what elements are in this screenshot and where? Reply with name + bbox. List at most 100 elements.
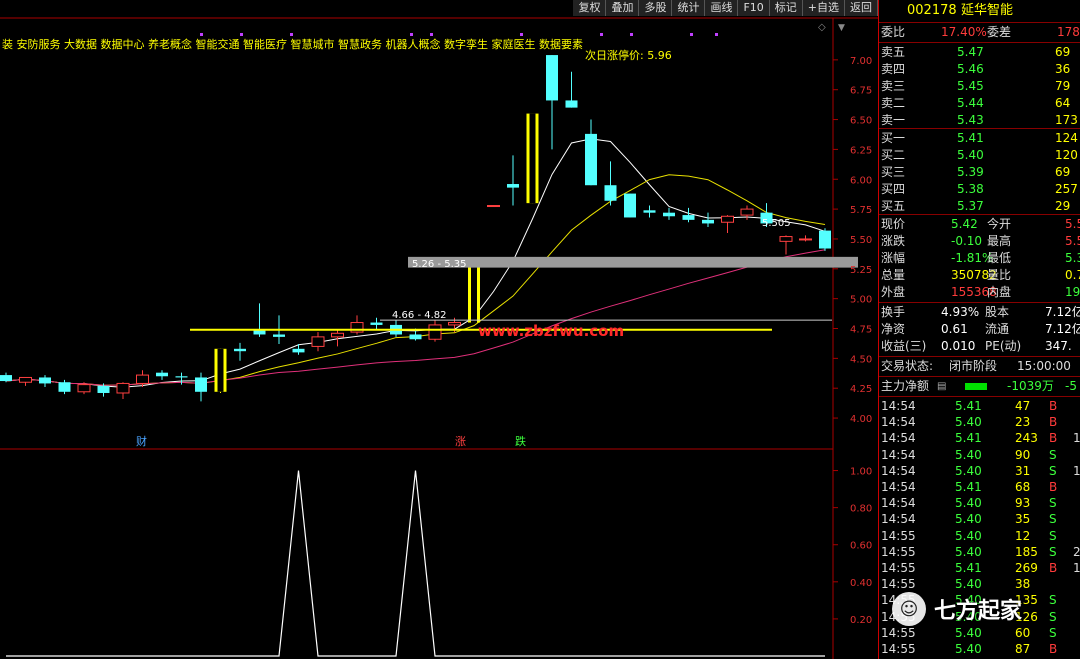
stat-value: 19541	[1065, 285, 1080, 299]
candle[interactable]	[604, 161, 617, 206]
y-tick-label: 5.25	[850, 265, 872, 276]
candle[interactable]	[311, 332, 325, 352]
ask-volume: 173	[1055, 113, 1078, 127]
candle[interactable]	[624, 193, 636, 218]
stat-row: 总量350782量比0.7	[879, 267, 1080, 284]
candle[interactable]	[156, 370, 168, 380]
kline-chart-area[interactable]: 7.00 6.75 6.50 6.25 6.00 5.75 5.50 5.25 5.00 4.75…	[0, 0, 878, 659]
tick-volume: 243	[1015, 431, 1038, 446]
stat-label: 现价	[881, 217, 906, 231]
candle[interactable]	[428, 320, 442, 342]
tick-volume: 68	[1015, 480, 1031, 494]
tick-price: 5.41	[955, 561, 982, 575]
diamond-icon[interactable]: ◇	[818, 22, 826, 33]
weibi-value: 17.40%	[941, 25, 987, 39]
candle-body	[273, 334, 285, 337]
back-button[interactable]: 返回	[845, 0, 878, 16]
concept-tags: 装 安防服务 大数据 数据中心 养老概念 智能交通 智能医疗 智慧城市 智慧政务…	[2, 37, 583, 51]
kline-chart[interactable]: 7.00 6.75 6.50 6.25 6.00 5.75 5.50 5.25 5.00 4.75…	[0, 0, 878, 659]
bid-label: 买四	[881, 182, 906, 196]
candle[interactable]	[19, 376, 32, 386]
multi-stock-button[interactable]: 多股	[639, 0, 673, 16]
mark-button[interactable]: 标记	[769, 0, 803, 16]
candle-body	[779, 236, 793, 242]
stat-row: 净资 0.61 流通 7.12亿	[879, 321, 1080, 338]
candle[interactable]	[779, 235, 793, 255]
stat-label: 内盘	[987, 285, 1012, 299]
candle[interactable]	[643, 205, 656, 218]
candle[interactable]	[214, 348, 227, 393]
indicator-line	[6, 470, 825, 657]
quote-panel: 002178 延华智能 委比 17.40% 委差 178 卖五 5.47 69 卖四 5…	[878, 0, 1080, 659]
list-icon[interactable]: ▤	[937, 378, 946, 395]
tick-side: B	[1049, 399, 1058, 413]
tick-extra: 1	[1073, 463, 1080, 478]
candle[interactable]	[195, 372, 207, 402]
draw-line-button[interactable]: 画线	[705, 0, 739, 16]
overlay-button[interactable]: 叠加	[606, 0, 640, 16]
candle-body	[643, 210, 656, 213]
candle[interactable]	[39, 375, 51, 388]
candle[interactable]	[507, 155, 519, 206]
candle[interactable]	[390, 320, 402, 337]
ask-label: 卖三	[881, 79, 906, 93]
candle[interactable]	[702, 212, 714, 228]
candle[interactable]	[487, 205, 500, 208]
ask-row: 卖一 5.43 173	[879, 112, 1080, 129]
weicha-value: 178	[1057, 25, 1080, 39]
candle-body	[740, 208, 754, 216]
candle[interactable]	[0, 372, 12, 383]
candle[interactable]	[58, 379, 71, 395]
candle[interactable]	[468, 265, 480, 323]
wechat-watermark: ☺ 七方起家	[892, 592, 1022, 626]
ask-volume: 36	[1055, 62, 1071, 76]
statistics-button[interactable]: 统计	[672, 0, 706, 16]
tick-extra: 1	[1073, 431, 1080, 446]
y-tick-label: 6.50	[850, 116, 872, 127]
y-tick-label: 0.20	[850, 615, 872, 626]
tick-row: 14:54 5.41 243 B 1	[879, 430, 1080, 447]
candle[interactable]	[799, 235, 812, 242]
candle-body	[116, 382, 130, 394]
candle[interactable]	[292, 344, 305, 355]
tick-time: 14:55	[881, 642, 916, 656]
candle-body	[721, 215, 734, 223]
tick-row: 14:54 5.40 31 S 1	[879, 463, 1080, 480]
range-label-lower: 4.66 - 4.82	[392, 310, 447, 321]
restore-rights-button[interactable]: 复权	[573, 0, 607, 16]
candle[interactable]	[565, 71, 578, 108]
tick-time: 14:55	[881, 577, 916, 592]
signal-dot	[690, 33, 693, 36]
bid-price: 5.41	[957, 131, 984, 145]
ask-row: 卖五 5.47 69	[879, 44, 1080, 61]
candle[interactable]	[234, 342, 246, 361]
f10-button[interactable]: F10	[738, 0, 770, 16]
stock-code: 002178	[907, 3, 957, 18]
candle[interactable]	[370, 317, 383, 330]
tick-time: 14:55	[881, 544, 916, 559]
next-limit-price-label: 次日涨停价: 5.96	[585, 48, 672, 62]
candle-body	[77, 384, 91, 393]
candle[interactable]	[585, 119, 597, 186]
candle[interactable]	[546, 55, 558, 150]
candle[interactable]	[819, 228, 831, 251]
candle-body	[58, 382, 71, 392]
candle-body	[819, 230, 831, 249]
tick-side: S	[1049, 447, 1057, 462]
tick-time: 14:54	[881, 447, 916, 462]
add-watchlist-button[interactable]: +自选	[802, 0, 845, 16]
candle[interactable]	[526, 113, 539, 204]
candle[interactable]	[663, 207, 675, 220]
candle[interactable]	[682, 207, 695, 223]
candle[interactable]	[721, 215, 734, 233]
y-tick-label: 6.75	[850, 86, 872, 97]
candle[interactable]	[253, 303, 266, 337]
bid-row: 买二 5.40 120	[879, 147, 1080, 164]
candle-body	[428, 324, 442, 340]
signal-dot	[290, 33, 293, 36]
candle[interactable]	[350, 315, 364, 335]
candle[interactable]	[116, 382, 130, 399]
caret-down-icon[interactable]: ▼	[838, 23, 845, 33]
candle-body	[331, 332, 344, 338]
candle-body	[624, 193, 636, 218]
